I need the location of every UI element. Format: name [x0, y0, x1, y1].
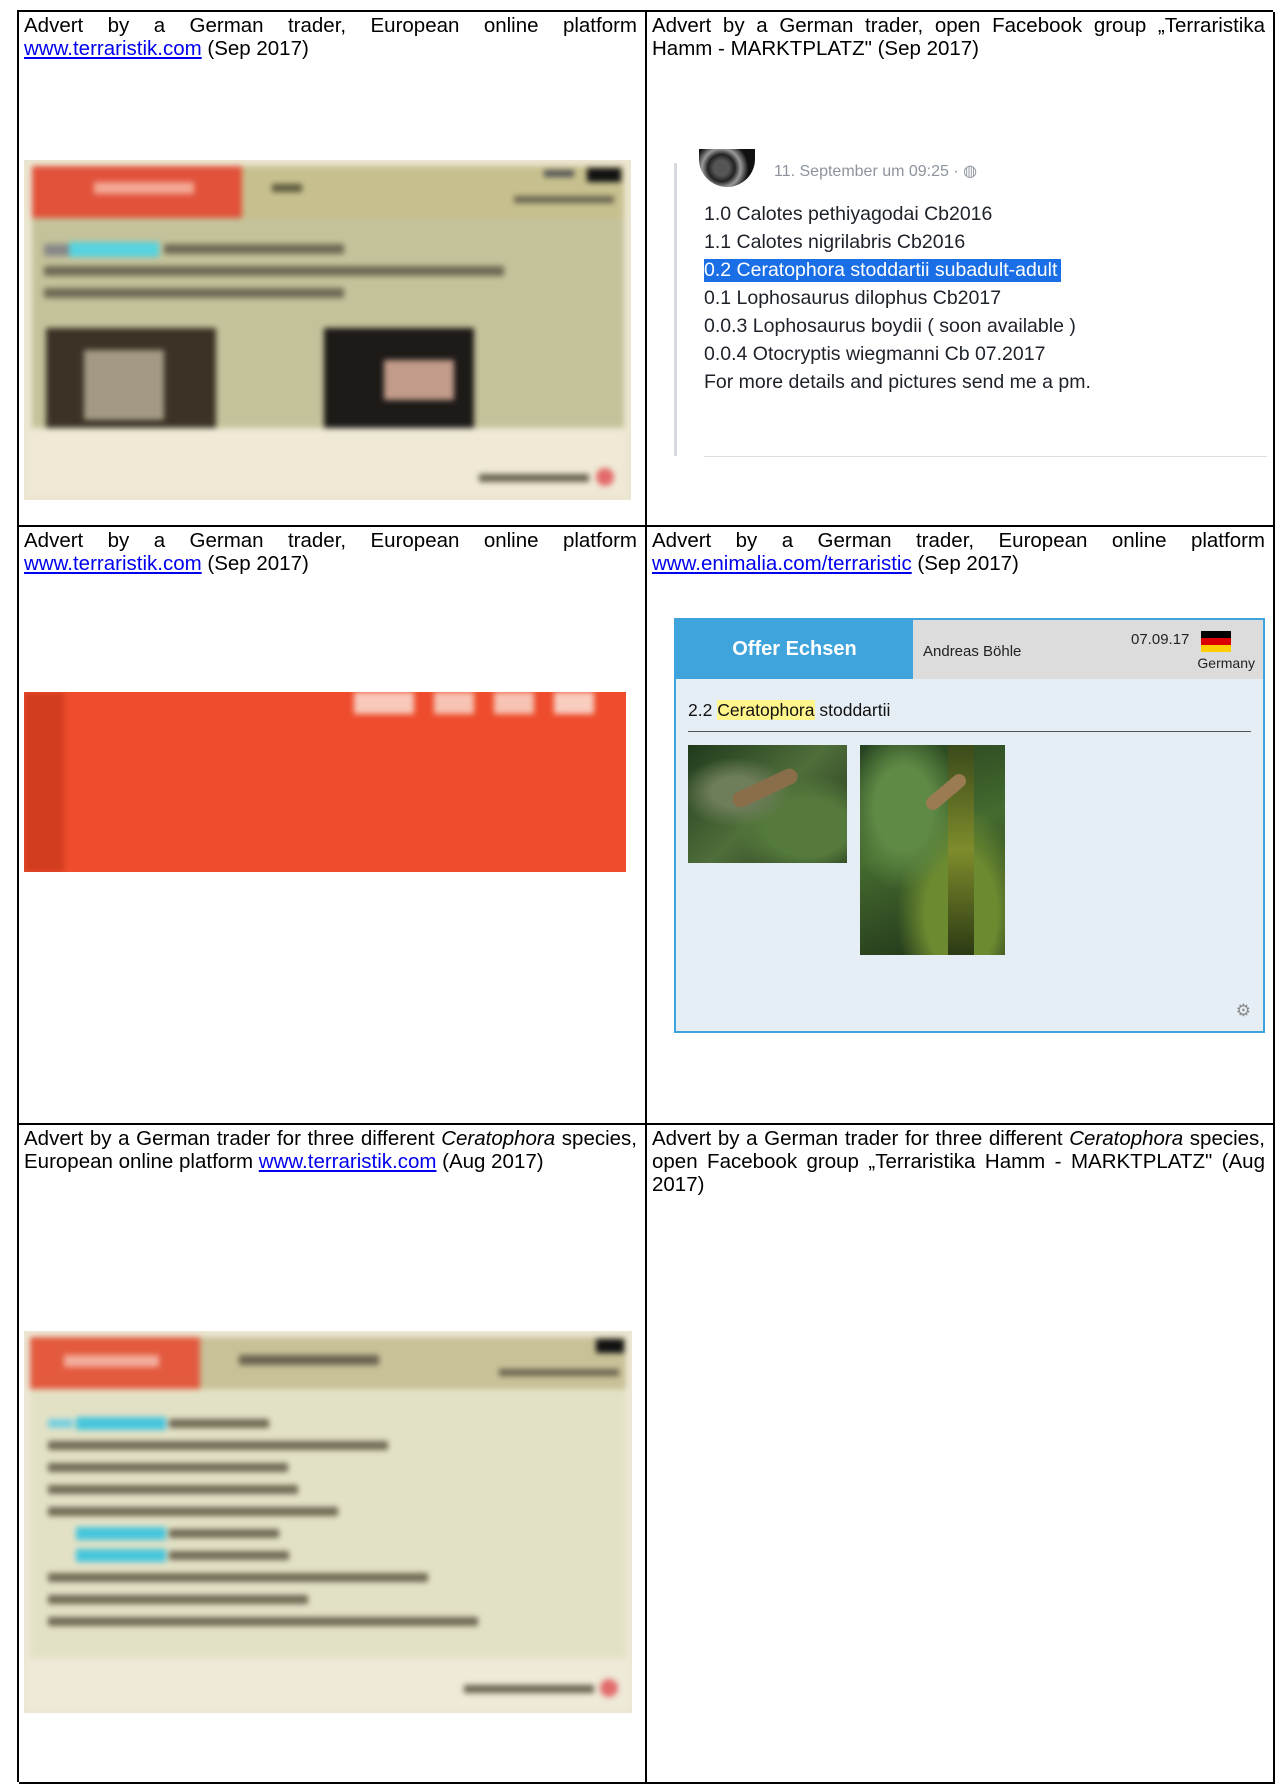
caption: Advert by a German trader for three diff…: [652, 1127, 1265, 1196]
cell-terraristik-sep-2017-b: Advert by a German trader, European onli…: [19, 527, 647, 1125]
post-line: 0.0.3 Lophosaurus boydii ( soon availabl…: [704, 315, 1076, 337]
cell-terraristik-aug-2017: Advert by a German trader for three diff…: [19, 1125, 647, 1784]
offer-category-tab[interactable]: Offer Echsen: [676, 620, 913, 679]
terraristik-link[interactable]: www.terraristik.com: [24, 37, 202, 60]
divider: [704, 456, 1267, 457]
caption: Advert by a German trader, European onli…: [652, 529, 1265, 575]
lizard-photo-1[interactable]: [688, 745, 847, 863]
terraristik-link[interactable]: www.terraristik.com: [24, 552, 202, 575]
terraristik-link[interactable]: www.terraristik.com: [259, 1150, 437, 1173]
post-line: 1.1 Calotes nigrilabris Cb2016: [704, 231, 966, 253]
blurred-terraristik-screenshot: [24, 160, 631, 500]
divider: [688, 731, 1251, 732]
blurred-terraristik-screenshot: [24, 1331, 632, 1713]
seller-name[interactable]: Andreas Böhle: [923, 643, 1021, 660]
cell-enimalia-sep-2017: Advert by a German trader, European onli…: [647, 527, 1275, 1125]
blurred-terraristik-banner: [24, 692, 626, 872]
post-line-highlighted: 0.2 Ceratophora stoddartii subadult-adul…: [704, 259, 1062, 282]
cell-facebook-aug-2017: Advert by a German trader for three diff…: [647, 1125, 1275, 1784]
cell-terraristik-sep-2017-a: Advert by a German trader, European onli…: [19, 12, 647, 527]
caption: Advert by a German trader, European onli…: [24, 14, 637, 60]
facebook-post: 11. September um 09:25 · ◍ 1.0 Calotes p…: [674, 149, 1272, 468]
enimalia-offer-card: Offer Echsen Andreas Böhle 07.09.17 Germ…: [674, 618, 1265, 1033]
advert-table: Advert by a German trader, European onli…: [17, 10, 1275, 1784]
quote-bar: [674, 163, 677, 456]
offer-title: 2.2 Ceratophora stoddartii: [688, 700, 891, 720]
caption: Advert by a German trader, open Facebook…: [652, 14, 1265, 60]
post-line: 0.0.4 Otocryptis wiegmanni Cb 07.2017: [704, 343, 1046, 365]
post-line: 1.0 Calotes pethiyagodai Cb2016: [704, 203, 993, 225]
seller-country: Germany: [1197, 655, 1255, 671]
caption: Advert by a German trader, European onli…: [24, 529, 637, 575]
gear-icon[interactable]: ⚙: [1236, 1001, 1251, 1021]
post-line: For more details and pictures send me a …: [704, 371, 1091, 393]
post-timestamp[interactable]: 11. September um 09:25 · ◍: [774, 161, 977, 181]
post-line: 0.1 Lophosaurus dilophus Cb2017: [704, 287, 1002, 309]
offer-header: Offer Echsen Andreas Böhle 07.09.17 Germ…: [676, 620, 1263, 679]
enimalia-link[interactable]: www.enimalia.com/terraristic: [652, 552, 912, 575]
cell-facebook-sep-2017: Advert by a German trader, open Facebook…: [647, 12, 1275, 527]
offer-date: 07.09.17: [1131, 631, 1190, 648]
caption: Advert by a German trader for three diff…: [24, 1127, 637, 1173]
avatar[interactable]: [699, 149, 755, 187]
lizard-photo-2[interactable]: [860, 745, 1005, 955]
germany-flag-icon: [1201, 631, 1231, 652]
